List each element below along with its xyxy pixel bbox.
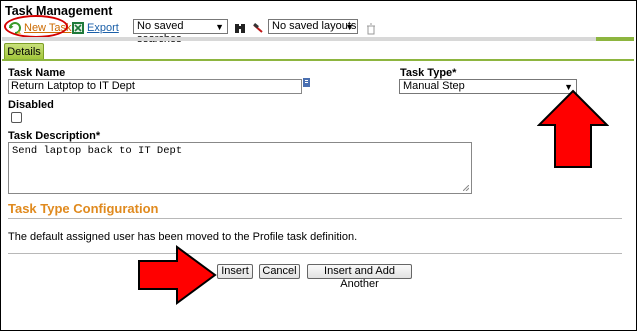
- saved-searches-value: No saved searches: [137, 20, 184, 45]
- insert-button[interactable]: Insert: [217, 264, 253, 279]
- highlight-oval-annotation: [4, 15, 68, 38]
- header-bar: [2, 37, 634, 41]
- task-description-textarea[interactable]: Send laptop back to IT Dept: [8, 142, 472, 194]
- help-icon[interactable]: [303, 78, 310, 87]
- chevron-down-icon: ▼: [345, 22, 354, 32]
- task-type-value: Manual Step: [403, 80, 465, 92]
- clear-search-icon[interactable]: [252, 22, 264, 34]
- export-link[interactable]: Export: [87, 22, 119, 34]
- configuration-message: The default assigned user has been moved…: [8, 231, 358, 243]
- saved-layouts-select[interactable]: No saved layouts ▼: [268, 19, 358, 34]
- tab-details[interactable]: Details: [4, 43, 44, 60]
- binoculars-icon[interactable]: [234, 22, 246, 34]
- red-arrow-annotation: [537, 89, 609, 168]
- resize-grip-icon[interactable]: [463, 185, 469, 191]
- red-arrow-annotation: [138, 245, 217, 305]
- task-type-configuration-heading: Task Type Configuration: [8, 201, 159, 216]
- disabled-label: Disabled: [8, 99, 54, 111]
- saved-layouts-value: No saved layouts: [272, 20, 357, 32]
- tab-underline: [2, 59, 634, 61]
- cancel-button[interactable]: Cancel: [259, 264, 300, 279]
- excel-icon[interactable]: [71, 21, 85, 35]
- disabled-checkbox[interactable]: [11, 112, 22, 123]
- task-name-input[interactable]: Return Latptop to IT Dept: [8, 79, 302, 94]
- task-description-label: Task Description*: [8, 130, 101, 142]
- task-name-label: Task Name: [8, 67, 66, 79]
- task-type-label: Task Type*: [400, 67, 457, 79]
- insert-and-add-another-button[interactable]: Insert and Add Another: [307, 264, 412, 290]
- task-description-value: Send laptop back to IT Dept: [12, 145, 183, 157]
- trash-icon[interactable]: [366, 23, 376, 35]
- divider: [8, 253, 622, 254]
- saved-searches-select[interactable]: No saved searches ▼: [133, 19, 228, 45]
- divider: [8, 218, 622, 219]
- header-bar-accent: [596, 37, 634, 41]
- chevron-down-icon: ▼: [215, 22, 224, 32]
